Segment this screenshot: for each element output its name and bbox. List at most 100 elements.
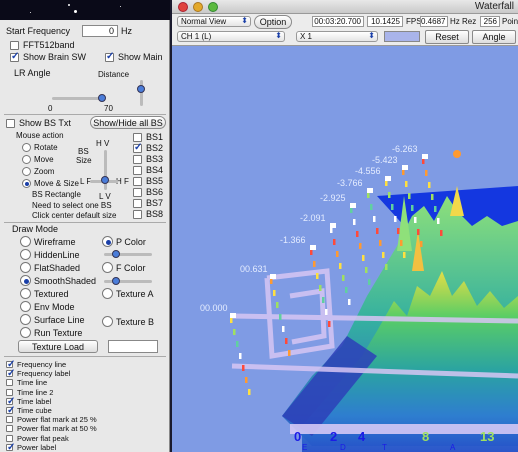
draw-mode-surface-line[interactable]: Surface Line bbox=[20, 314, 85, 325]
radio-button[interactable] bbox=[20, 288, 31, 299]
option-time-cube[interactable]: Time cube bbox=[6, 405, 52, 416]
radio-button[interactable] bbox=[22, 179, 31, 188]
mouse-action-rotate[interactable]: Rotate bbox=[22, 143, 58, 152]
radio-button[interactable] bbox=[102, 262, 113, 273]
close-icon[interactable] bbox=[178, 2, 188, 12]
radio-button[interactable] bbox=[22, 143, 31, 152]
draw-mode-flatshaded[interactable]: FlatShaded bbox=[20, 262, 80, 273]
option-frequency-label[interactable]: Frequency label bbox=[6, 368, 70, 379]
minimize-icon[interactable] bbox=[193, 2, 203, 12]
option-button[interactable]: Option bbox=[254, 15, 292, 29]
checkbox-box[interactable] bbox=[6, 425, 13, 433]
checkbox-box[interactable] bbox=[10, 51, 19, 62]
checkbox-box[interactable] bbox=[10, 40, 19, 50]
fft512band-checkbox[interactable]: FFT512band bbox=[10, 40, 75, 50]
checkbox-box[interactable] bbox=[6, 118, 15, 128]
checkbox-box[interactable] bbox=[133, 209, 142, 219]
radio-button[interactable] bbox=[20, 301, 31, 312]
radio-button[interactable] bbox=[20, 275, 31, 286]
checkbox-box[interactable] bbox=[133, 154, 142, 164]
show-bs-txt-checkbox[interactable]: Show BS Txt bbox=[6, 118, 71, 128]
zoom-icon[interactable] bbox=[208, 2, 218, 12]
checkbox-box[interactable] bbox=[133, 198, 142, 208]
radio-button[interactable] bbox=[20, 249, 31, 260]
color-mode-p-color[interactable]: P Color bbox=[102, 236, 146, 247]
start-frequency-input[interactable]: 0 bbox=[82, 25, 118, 37]
checkbox-box[interactable] bbox=[6, 405, 15, 416]
checkbox-box[interactable] bbox=[133, 132, 142, 142]
checkbox-box[interactable] bbox=[6, 416, 13, 424]
bs-checkbox-8[interactable]: BS8 bbox=[133, 209, 163, 219]
texture-name-field[interactable] bbox=[108, 340, 158, 353]
checkbox-box[interactable] bbox=[133, 187, 142, 197]
scale-select[interactable]: X 1 ⬍ bbox=[296, 31, 378, 42]
mouse-action-move[interactable]: Move bbox=[22, 155, 54, 164]
angle-button[interactable]: Angle bbox=[472, 30, 516, 44]
show-hide-all-bs-button[interactable]: Show/Hide all BS bbox=[90, 116, 166, 129]
checkbox-box[interactable] bbox=[133, 176, 142, 186]
radio-button[interactable] bbox=[102, 316, 113, 327]
fps-value: 10.1425 bbox=[367, 16, 403, 27]
radio-button[interactable] bbox=[20, 314, 31, 325]
bs-checkbox-7[interactable]: BS7 bbox=[133, 198, 163, 208]
bs-checkbox-2[interactable]: BS2 bbox=[133, 142, 163, 153]
option-power-flat-mark-at-25-[interactable]: Power flat mark at 25 % bbox=[6, 415, 97, 424]
checkbox-box[interactable] bbox=[133, 142, 142, 153]
view-mode-select[interactable]: Normal View ⬍ bbox=[177, 16, 251, 27]
checkbox-box[interactable] bbox=[133, 165, 142, 175]
checkbox-box[interactable] bbox=[6, 388, 13, 396]
bs-checkbox-6[interactable]: BS6 bbox=[133, 187, 163, 197]
color-mode-texture-b[interactable]: Texture B bbox=[102, 316, 154, 327]
checkbox-box[interactable] bbox=[6, 359, 15, 370]
mouse-action-zoom[interactable]: Zoom bbox=[22, 167, 54, 176]
time-line-dot bbox=[370, 204, 373, 210]
lr-angle-slider-knob[interactable] bbox=[98, 94, 106, 102]
channel-select[interactable]: CH 1 (L) ⬍ bbox=[177, 31, 285, 42]
mouse-action-move-size[interactable]: Move & Size bbox=[22, 179, 79, 188]
distance-slider-knob[interactable] bbox=[137, 85, 145, 93]
draw-mode-wireframe[interactable]: Wireframe bbox=[20, 236, 76, 247]
distance-slider[interactable] bbox=[140, 80, 143, 106]
color-swatch[interactable] bbox=[384, 31, 420, 42]
checkbox-box[interactable] bbox=[6, 434, 13, 442]
checkbox-box[interactable] bbox=[6, 379, 13, 387]
lr-angle-slider[interactable] bbox=[52, 97, 102, 100]
bs-size-vertical-slider[interactable] bbox=[104, 150, 107, 190]
draw-mode-env-mode[interactable]: Env Mode bbox=[20, 301, 75, 312]
option-time-line[interactable]: Time line bbox=[6, 378, 47, 387]
time-line-dot bbox=[282, 326, 285, 332]
checkbox-box[interactable] bbox=[6, 442, 15, 452]
draw-mode-run-texture[interactable]: Run Texture bbox=[20, 327, 82, 338]
radio-button[interactable] bbox=[20, 236, 31, 247]
waterfall-3d-view[interactable]: -6.263 -5.423 -4.556 -3.766 -2.925 -2.091 -1.3… bbox=[172, 46, 518, 452]
checkbox-box[interactable] bbox=[105, 51, 114, 62]
f-color-slider-knob[interactable] bbox=[112, 277, 120, 285]
p-color-slider-knob[interactable] bbox=[112, 250, 120, 258]
draw-mode-smoothshaded[interactable]: SmoothShaded bbox=[20, 275, 96, 286]
draw-mode-hiddenline[interactable]: HiddenLine bbox=[20, 249, 80, 260]
color-mode-f-color[interactable]: F Color bbox=[102, 262, 146, 273]
radio-button[interactable] bbox=[102, 236, 113, 247]
bs-checkbox-1[interactable]: BS1 bbox=[133, 132, 163, 142]
checkbox-box[interactable] bbox=[6, 368, 15, 379]
draw-mode-textured[interactable]: Textured bbox=[20, 288, 69, 299]
option-power-flat-peak[interactable]: Power flat peak bbox=[6, 434, 69, 443]
option-power-label[interactable]: Power label bbox=[6, 442, 56, 452]
radio-button[interactable] bbox=[20, 327, 31, 338]
bs-checkbox-3[interactable]: BS3 bbox=[133, 154, 163, 164]
reset-button[interactable]: Reset bbox=[425, 30, 469, 44]
radio-button[interactable] bbox=[20, 262, 31, 273]
option-power-flat-mark-at-50-[interactable]: Power flat mark at 50 % bbox=[6, 424, 97, 433]
color-mode-texture-a[interactable]: Texture A bbox=[102, 288, 154, 299]
time-marker bbox=[350, 203, 356, 208]
bs-checkbox-5[interactable]: BS5 bbox=[133, 176, 163, 186]
radio-button[interactable] bbox=[22, 167, 31, 176]
show-brain-sw-checkbox[interactable]: Show Brain SW bbox=[10, 51, 86, 62]
bs-size-knob[interactable] bbox=[101, 176, 109, 184]
show-main-checkbox[interactable]: Show Main bbox=[105, 51, 163, 62]
radio-button[interactable] bbox=[102, 288, 113, 299]
bs-checkbox-4[interactable]: BS4 bbox=[133, 165, 163, 175]
texture-load-button[interactable]: Texture Load bbox=[18, 340, 98, 353]
radio-button[interactable] bbox=[22, 155, 31, 164]
checkbox-box[interactable] bbox=[6, 396, 15, 407]
